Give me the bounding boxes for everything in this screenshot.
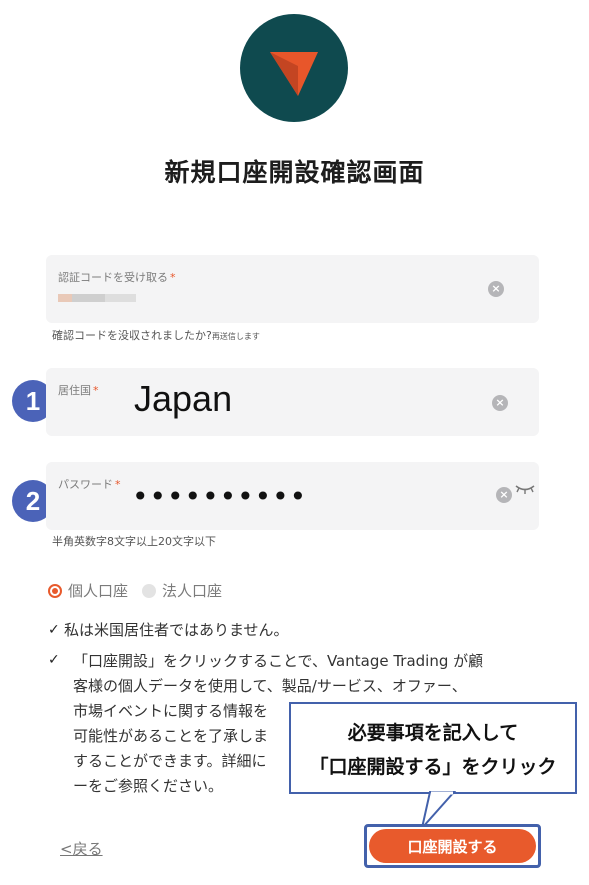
- page-title: 新規口座開設確認画面: [164, 158, 425, 187]
- radio-corporate-label: 法人口座: [162, 582, 223, 600]
- verification-code-field[interactable]: 認証コードを受け取る * ×: [46, 255, 539, 323]
- password-hint: 半角英数字8文字以上20文字以下: [52, 535, 216, 548]
- password-value: ••••••••••: [132, 480, 308, 513]
- open-account-button-highlight: 口座開設する: [364, 824, 541, 868]
- radio-corporate[interactable]: [142, 583, 157, 598]
- clear-icon[interactable]: ×: [492, 395, 508, 411]
- us-resident-label: 私は米国居住者ではありません。: [64, 621, 289, 639]
- resend-link[interactable]: 再送信します: [212, 332, 260, 341]
- us-resident-checkbox-row[interactable]: ✓ 私は米国居住者ではありません。: [48, 619, 289, 640]
- required-mark: *: [93, 384, 99, 397]
- radio-personal-label: 個人口座: [68, 582, 129, 600]
- required-mark: *: [170, 271, 176, 284]
- hide-password-eye-icon[interactable]: [514, 480, 536, 499]
- account-type-group: 個人口座 法人口座: [48, 580, 222, 601]
- send-arrow-icon: [270, 52, 318, 96]
- clear-icon[interactable]: ×: [496, 487, 512, 503]
- residence-label: 居住国: [58, 384, 91, 397]
- consent-line: 客様の個人データを使用して、製品/サービス、オファー、: [73, 677, 467, 695]
- consent-line: 「口座開設」をクリックすることで、Vantage Trading が顧: [73, 652, 484, 670]
- callout-line-1: 必要事項を記入して: [347, 722, 519, 744]
- residence-value: Japan: [134, 378, 233, 419]
- brand-logo: [240, 14, 348, 122]
- redacted-value: [58, 294, 136, 302]
- back-link[interactable]: <戻る: [60, 838, 103, 859]
- residence-country-field[interactable]: 居住国 * Japan ×: [46, 368, 539, 436]
- open-account-button[interactable]: 口座開設する: [369, 829, 536, 863]
- password-label: パスワード: [58, 478, 113, 491]
- checkbox-checked-icon[interactable]: ✓: [48, 652, 60, 668]
- checkbox-checked-icon[interactable]: ✓: [48, 622, 64, 638]
- callout-line-2: 「口座開設する」をクリック: [309, 756, 557, 778]
- required-mark: *: [115, 478, 121, 491]
- instruction-callout: 必要事項を記入して 「口座開設する」をクリック: [289, 702, 577, 794]
- clear-icon[interactable]: ×: [488, 281, 504, 297]
- verification-code-label: 認証コードを受け取る: [58, 271, 168, 284]
- password-field[interactable]: パスワード * •••••••••• ×: [46, 462, 539, 530]
- radio-personal[interactable]: [48, 583, 62, 598]
- verification-hint: 確認コードを没収されましたか?: [52, 329, 212, 342]
